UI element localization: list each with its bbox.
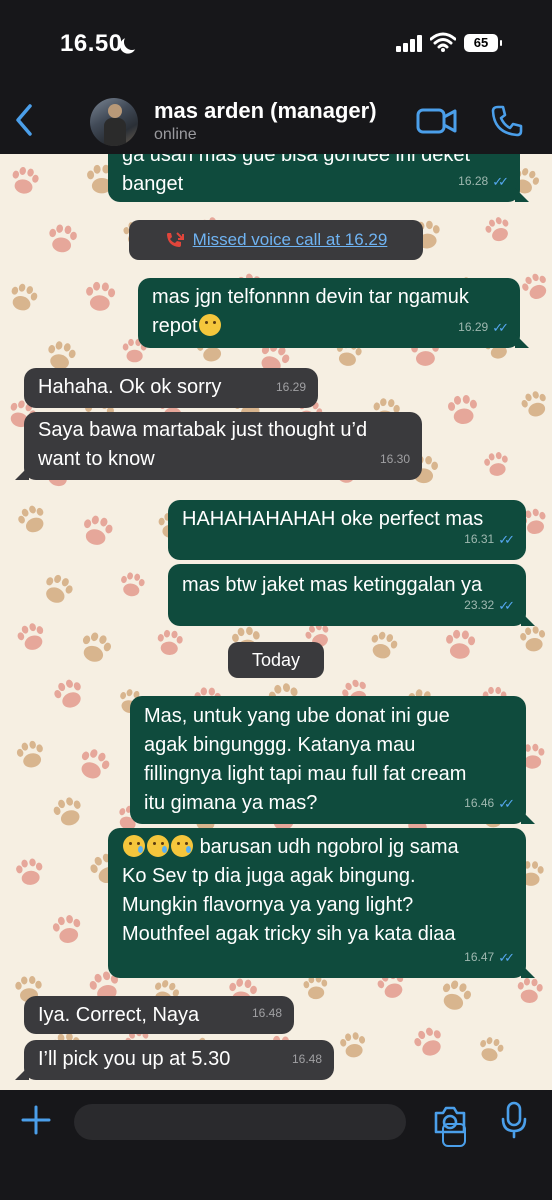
message-bubble[interactable]: I’ll pick you up at 5.30 16.48 [15,1040,334,1080]
message-input-bar [0,1090,552,1200]
emoji-crying [171,835,193,857]
message-text-line: agak bingunggg. Katanya mau [144,734,416,756]
message-text-line: repot [152,315,198,337]
message-bubble[interactable]: barusan udh ngobrol jg sama Ko Sev tp di… [108,828,535,978]
message-text-line: mas jgn telfonnnn devin tar ngamuk [152,286,469,308]
message-time: 16.29 [458,320,489,334]
moon-icon [122,32,143,53]
message-text-line: barusan udh ngobrol jg sama [199,836,459,858]
message-text-line: Mungkin flavornya ya yang light? [122,894,414,916]
message-time: 16.30 [379,452,410,466]
message-bubble[interactable]: Mas, untuk yang ube donat ini gue agak b… [130,696,535,824]
message-bubble[interactable]: mas jgn telfonnnn devin tar ngamuk repot… [138,278,529,348]
read-receipt-icon: ✓✓ [498,950,515,965]
message-bubble[interactable]: HAHAHAHAHAH oke perfect mas 16.31 ✓✓ [168,500,526,560]
message-text-line: Ko Sev tp dia juga agak bingung. [122,865,416,887]
missed-call-notice[interactable]: Missed voice call at 16.29 [129,220,423,260]
avatar[interactable] [90,98,138,146]
microphone-icon[interactable] [500,1100,528,1140]
message-bubble[interactable]: Iya. Correct, Naya 16.48 [24,996,294,1034]
message-time: 16.48 [251,1006,282,1020]
emoji-weary [198,314,221,336]
message-bubble[interactable]: Saya bawa martabak just thought u’d want… [15,412,422,480]
battery-indicator: 65 [464,34,502,52]
message-time: 16.31 [464,532,495,546]
signal-icon [396,34,424,52]
read-receipt-icon: ✓✓ [492,320,509,335]
contact-status: online [154,126,197,143]
contact-name[interactable]: mas arden (manager) [154,98,377,124]
message-text-line: Iya. Correct, Naya [38,1004,200,1026]
video-call-icon[interactable] [416,106,458,136]
message-bubble[interactable]: ga usah mas gue bisa gondee ini deket ba… [108,154,529,202]
message-text-line: itu gimana ya mas? [144,792,318,814]
message-text-line: HAHAHAHAHAH oke perfect mas [182,508,484,530]
read-receipt-icon: ✓✓ [498,532,515,547]
message-text-line: Mouthfeel agak tricky sih ya kata diaa [122,923,456,945]
emoji-crying [123,835,145,857]
message-input[interactable] [74,1104,466,1147]
message-text-line: I’ll pick you up at 5.30 [38,1048,231,1070]
message-bubble[interactable]: Hahaha. Ok ok sorry 16.29 [24,368,318,408]
message-time: 16.46 [464,796,495,810]
message-text-line: fillingnya light tapi mau full fat cream [144,763,467,785]
phone-icon[interactable] [490,104,524,138]
back-chevron-icon[interactable] [12,100,36,140]
chat-header: mas arden (manager) online [0,90,552,154]
missed-call-icon [166,232,184,247]
missed-call-text[interactable]: Missed voice call at 16.29 [193,230,388,250]
message-text-line: Hahaha. Ok ok sorry [38,376,222,398]
wifi-icon [430,32,456,52]
message-time: 16.48 [291,1052,322,1066]
message-time: 16.28 [458,174,489,188]
message-text-line: banget [122,173,184,195]
emoji-crying [147,835,169,857]
status-time: 16.50 [60,30,123,57]
date-divider-label: Today [251,649,301,670]
camera-icon[interactable] [432,1104,468,1136]
date-divider: Today [228,642,324,678]
message-text-line: want to know [38,448,155,470]
message-text-line: Mas, untuk yang ube donat ini gue [144,705,450,727]
plus-icon[interactable] [20,1104,52,1136]
read-receipt-icon: ✓✓ [498,598,515,613]
message-bubble[interactable]: mas btw jaket mas ketinggalan ya 23.32 ✓✓ [168,564,535,626]
message-time: 23.32 [464,598,495,612]
chat-area[interactable]: ga usah mas gue bisa gondee ini deket ba… [0,154,552,1090]
message-text-line: Saya bawa martabak just thought u’d [38,419,368,441]
message-text-line: mas btw jaket mas ketinggalan ya [182,574,483,596]
message-time: 16.29 [275,380,306,394]
status-bar: 16.50 65 [0,0,552,90]
read-receipt-icon: ✓✓ [498,796,515,811]
message-time: 16.47 [464,950,495,964]
read-receipt-icon: ✓✓ [492,174,509,189]
message-text-line: ga usah mas gue bisa gondee ini deket [122,154,471,166]
